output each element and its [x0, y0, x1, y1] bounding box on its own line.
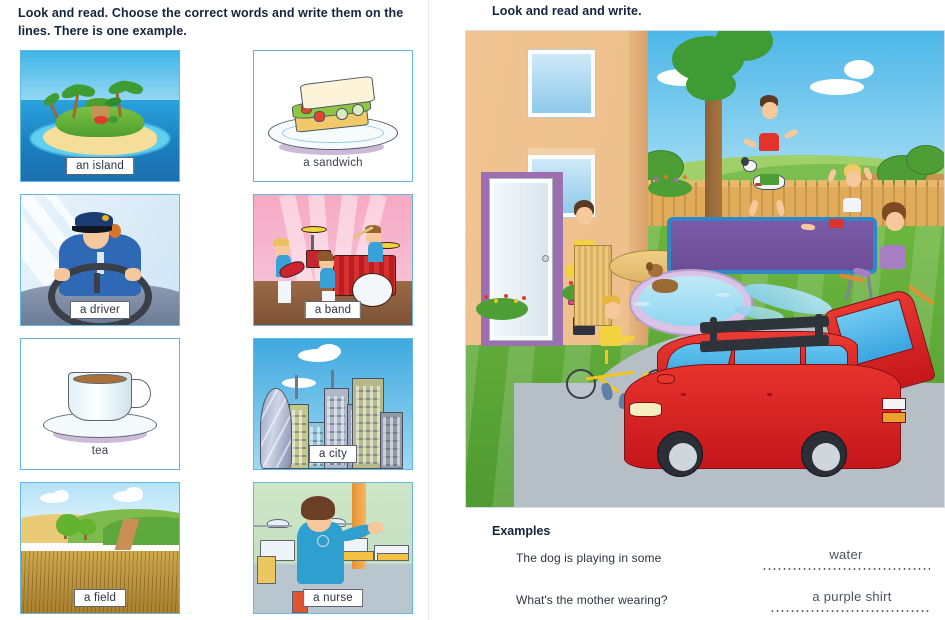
- picture-card-field[interactable]: a field: [20, 482, 180, 614]
- right-column: Look and read and write. Examples The do…: [428, 0, 945, 620]
- left-instruction-text: Look and read. Choose the correct words …: [18, 6, 404, 39]
- picture-card-label: a band: [304, 301, 362, 319]
- picture-card-tea[interactable]: tea: [20, 338, 180, 470]
- picture-card-nurse[interactable]: a nurse: [253, 482, 413, 614]
- dotted-rule: [762, 568, 930, 570]
- example-answer-text: water: [829, 547, 863, 562]
- examples-section: Examples The dog is playing in some wate…: [492, 524, 932, 620]
- examples-heading: Examples: [492, 524, 551, 538]
- picture-card-label: a nurse: [303, 589, 363, 607]
- picture-card-label: a driver: [70, 301, 130, 319]
- example-row: The dog is playing in some water: [492, 547, 932, 580]
- worksheet-page: Look and read. Choose the correct words …: [0, 0, 945, 620]
- picture-card-band[interactable]: a band: [253, 194, 413, 326]
- picture-card-label: a sandwich: [303, 157, 363, 169]
- picture-card-column-left: an island a driver tea a field: [20, 50, 182, 620]
- picture-card-label: an island: [66, 157, 134, 175]
- picture-card-label: a field: [73, 589, 127, 607]
- example-answer-line[interactable]: water: [762, 547, 930, 577]
- right-instruction-text: Look and read and write.: [492, 4, 642, 18]
- example-question: The dog is playing in some: [516, 551, 662, 565]
- picture-card-label: tea: [91, 445, 109, 457]
- example-row: What's the mother wearing? a purple shir…: [492, 589, 932, 620]
- picture-card-island[interactable]: an island: [20, 50, 180, 182]
- picture-card-city[interactable]: a city: [253, 338, 413, 470]
- garden-scene-illustration: [465, 30, 945, 508]
- picture-card-label: a city: [308, 445, 358, 463]
- picture-card-driver[interactable]: a driver: [20, 194, 180, 326]
- picture-card-column-right: a sandwich a band a city a nurse: [253, 50, 415, 620]
- example-question: What's the mother wearing?: [516, 593, 668, 607]
- example-answer-line[interactable]: a purple shirt: [762, 589, 932, 619]
- left-column: Look and read. Choose the correct words …: [0, 0, 428, 620]
- dotted-rule: [770, 610, 932, 612]
- picture-card-sandwich[interactable]: a sandwich: [253, 50, 413, 182]
- example-answer-text: a purple shirt: [812, 589, 892, 604]
